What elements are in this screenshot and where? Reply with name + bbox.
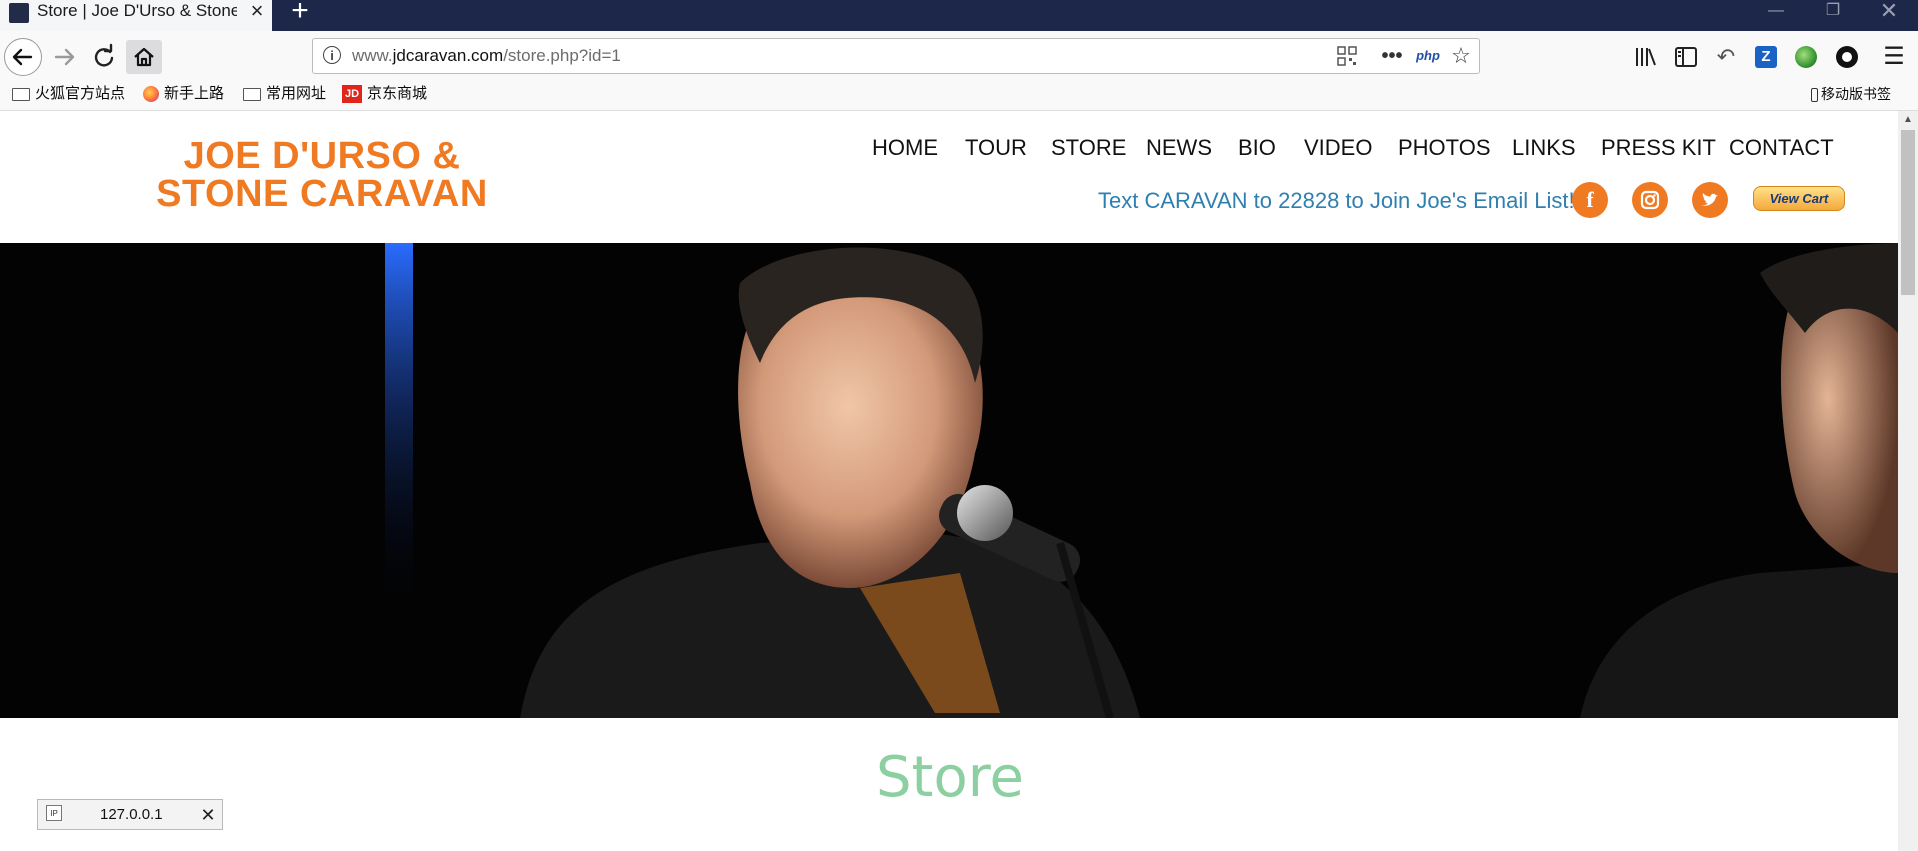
firefox-icon <box>143 86 159 103</box>
mobile-bookmarks-label: 移动版书签 <box>1821 86 1891 102</box>
extension-circle-icon[interactable] <box>1836 46 1858 68</box>
instagram-icon[interactable] <box>1632 182 1668 218</box>
nav-contact[interactable]: CONTACT <box>1729 134 1834 162</box>
undo-arrow-icon[interactable]: ↶ <box>1708 39 1744 75</box>
site-favicon-icon <box>9 3 29 23</box>
nav-photos[interactable]: PHOTOS <box>1398 134 1491 162</box>
back-arrow-icon <box>12 48 33 66</box>
bookmark-label: 京东商城 <box>367 85 428 102</box>
page-actions-icon[interactable]: ••• <box>1378 42 1406 70</box>
tab-close-icon[interactable]: × <box>247 0 267 22</box>
url-prefix: www. <box>352 46 393 65</box>
view-cart-button[interactable]: View Cart <box>1753 186 1845 211</box>
restore-button[interactable]: ❐ <box>1812 0 1854 22</box>
bookmark-star-icon[interactable]: ☆ <box>1448 42 1474 70</box>
reload-icon <box>94 43 114 67</box>
url-path: /store.php?id=1 <box>503 46 621 65</box>
page-title: Store <box>875 745 1024 810</box>
bookmark-item[interactable]: 新手上路 <box>143 83 224 105</box>
folder-icon <box>243 87 261 101</box>
menu-hamburger-icon[interactable]: ☰ <box>1876 39 1912 75</box>
scrollbar-thumb[interactable] <box>1901 130 1915 295</box>
status-text: 127.0.0.1 <box>100 806 163 823</box>
bookmark-label: 常用网址 <box>266 85 327 102</box>
sidebar-icon[interactable] <box>1668 39 1704 75</box>
hero-photo <box>0 243 1898 718</box>
bookmark-item[interactable]: 常用网址 <box>243 83 326 105</box>
scroll-up-arrow-icon[interactable]: ▲ <box>1898 111 1918 129</box>
extension-globe-icon[interactable] <box>1795 46 1817 68</box>
home-icon <box>134 47 154 67</box>
site-logo[interactable]: JOE D'URSO & STONE CARAVAN <box>120 137 524 213</box>
bookmark-label: 火狐官方站点 <box>35 85 126 102</box>
tab-title: Store | Joe D'Urso & Stone C <box>37 1 237 20</box>
new-tab-button[interactable]: + <box>285 0 315 27</box>
bookmark-item[interactable]: JD 京东商城 <box>342 83 427 105</box>
mobile-bookmarks[interactable]: 移动版书签 <box>1811 83 1891 105</box>
reload-button[interactable] <box>86 39 122 75</box>
back-button[interactable] <box>4 38 42 76</box>
close-window-button[interactable]: ✕ <box>1868 0 1910 22</box>
url-text[interactable]: www.jdcaravan.com/store.php?id=1 <box>352 44 621 68</box>
library-icon[interactable] <box>1628 39 1664 75</box>
url-domain: jdcaravan.com <box>392 46 504 65</box>
performer-photo-illustration <box>0 243 1898 718</box>
forward-button[interactable] <box>46 39 82 75</box>
folder-icon <box>12 87 30 101</box>
nav-news[interactable]: NEWS <box>1146 134 1212 162</box>
nav-tour[interactable]: TOUR <box>965 134 1027 162</box>
status-close-icon[interactable]: ✕ <box>198 803 218 827</box>
email-list-promo: Text CARAVAN to 22828 to Join Joe's Emai… <box>1098 188 1575 213</box>
bookmark-label: 新手上路 <box>164 85 225 102</box>
bookmark-item[interactable]: 火狐官方站点 <box>12 83 125 105</box>
nav-store[interactable]: STORE <box>1051 134 1126 162</box>
forward-arrow-icon <box>54 48 75 66</box>
nav-press-kit[interactable]: PRESS KIT <box>1601 134 1716 162</box>
minimize-button[interactable]: — <box>1755 0 1797 22</box>
jd-icon: JD <box>342 85 362 104</box>
extension-z-icon[interactable]: Z <box>1755 46 1777 68</box>
nav-home[interactable]: HOME <box>872 134 938 162</box>
twitter-icon[interactable] <box>1692 182 1728 218</box>
php-extension-icon[interactable]: php <box>1414 42 1442 70</box>
facebook-icon[interactable]: f <box>1572 182 1608 218</box>
nav-links[interactable]: LINKS <box>1512 134 1576 162</box>
nav-bio[interactable]: BIO <box>1238 134 1276 162</box>
mobile-phone-icon <box>1811 88 1818 103</box>
network-icon: IP <box>46 805 62 821</box>
home-button[interactable] <box>126 40 162 74</box>
site-info-icon[interactable]: i <box>323 46 341 64</box>
nav-video[interactable]: VIDEO <box>1304 134 1372 162</box>
qr-code-icon[interactable] <box>1336 42 1358 70</box>
